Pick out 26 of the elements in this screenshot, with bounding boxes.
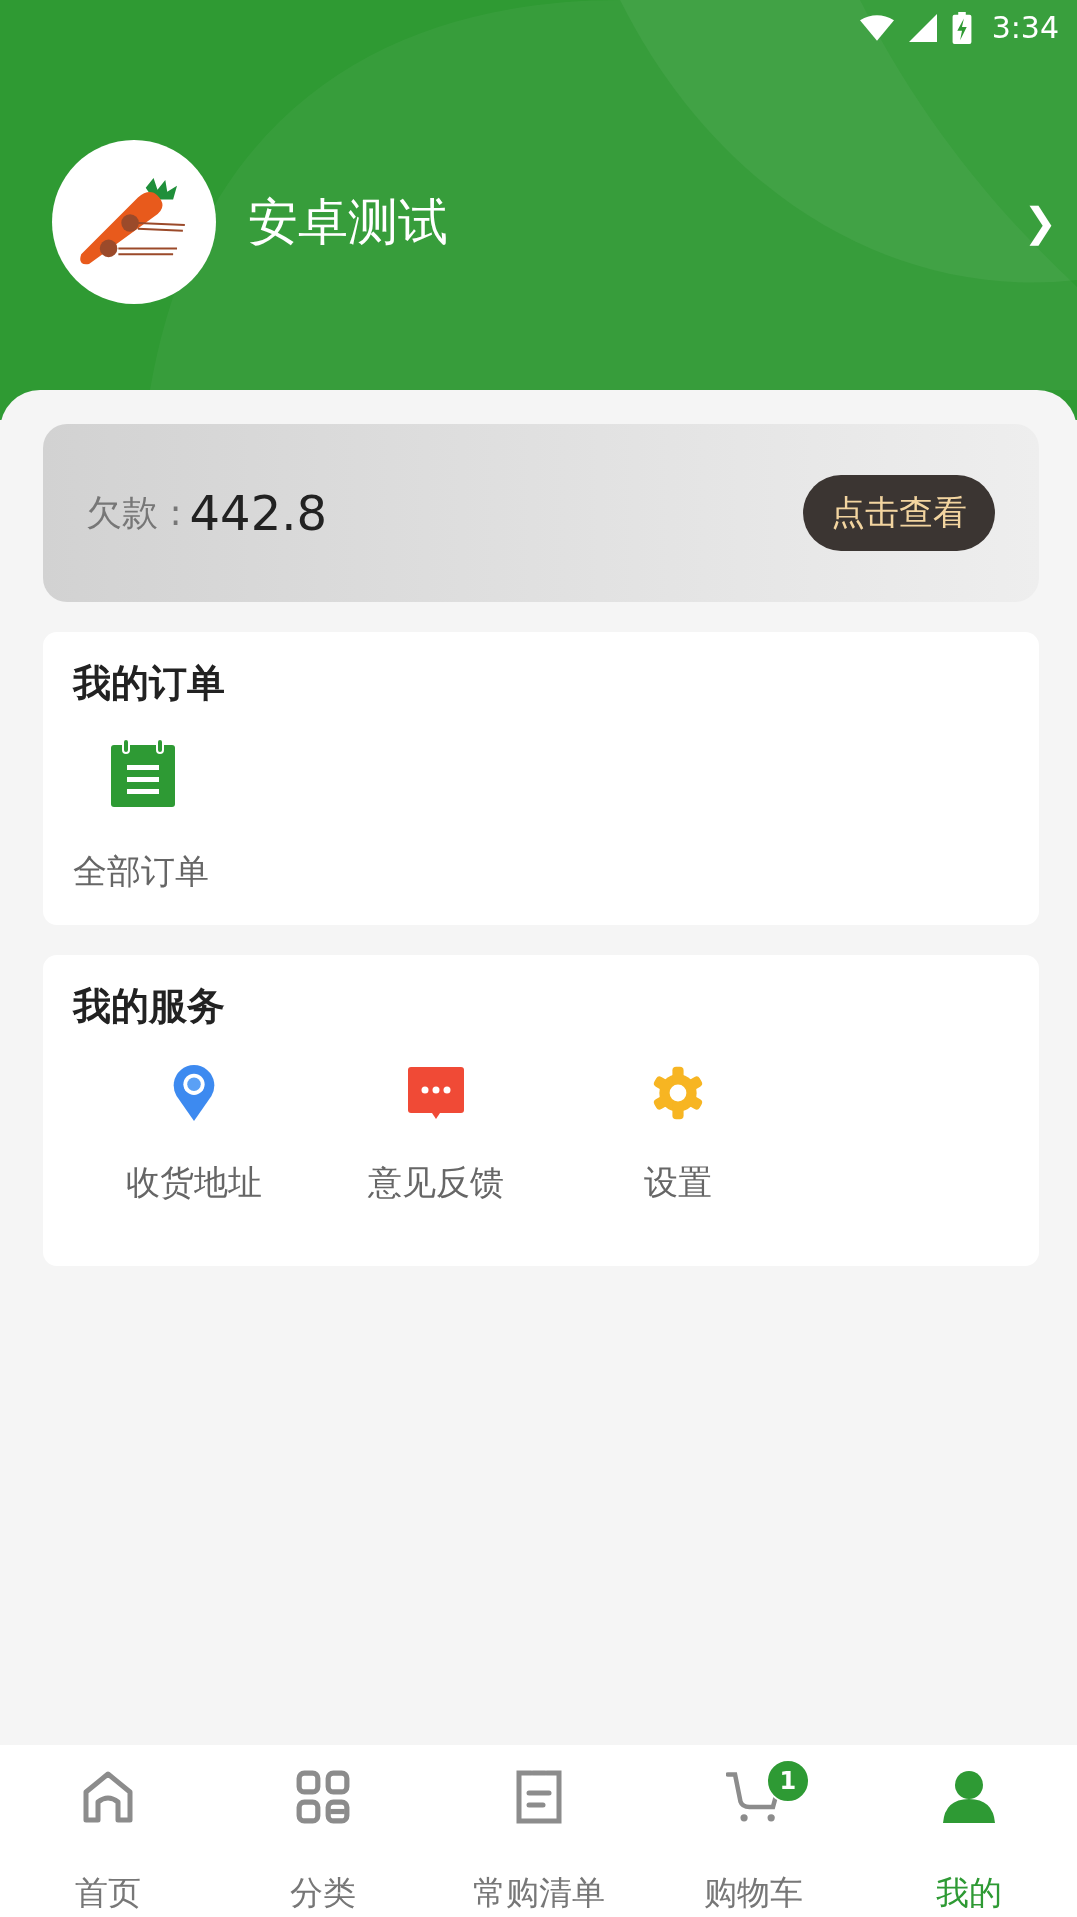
nav-tab[interactable]: 分类 bbox=[215, 1745, 431, 1917]
service-entry[interactable]: 意见反馈 bbox=[315, 1060, 557, 1206]
entry-label: 设置 bbox=[644, 1161, 712, 1204]
entry-label: 全部订单 bbox=[73, 850, 209, 893]
battery-icon bbox=[951, 11, 972, 44]
user-name: 安卓测试 bbox=[248, 191, 449, 253]
count-badge: 1 bbox=[765, 1759, 810, 1803]
service-entry[interactable]: 收货地址 bbox=[73, 1060, 315, 1206]
nav-tab[interactable]: 1 购物车 bbox=[646, 1745, 862, 1917]
clock-time: 3:34 bbox=[991, 10, 1059, 45]
debt-amount: 442.8 bbox=[189, 485, 328, 541]
nav-tab[interactable]: 常购清单 bbox=[430, 1745, 647, 1917]
view-button[interactable]: 点击查看 bbox=[803, 475, 995, 551]
debt-label: 欠款 : bbox=[86, 490, 182, 535]
entry-label: 收货地址 bbox=[126, 1161, 262, 1204]
nav-tab[interactable]: 首页 bbox=[0, 1745, 216, 1917]
service-entry[interactable]: 设置 bbox=[557, 1060, 799, 1206]
nav-tab[interactable]: 我的 bbox=[861, 1745, 1077, 1917]
wifi-icon bbox=[859, 13, 894, 42]
order-entry[interactable]: 全部订单 bbox=[73, 709, 209, 895]
section-title: 我的服务 bbox=[73, 983, 226, 1030]
chevron-right[interactable]: ❯ bbox=[1023, 199, 1057, 245]
section-title: 我的订单 bbox=[73, 660, 226, 707]
grid-icon bbox=[295, 1769, 352, 1825]
person-icon bbox=[941, 1769, 998, 1825]
entry-label: 意见反馈 bbox=[368, 1161, 504, 1204]
